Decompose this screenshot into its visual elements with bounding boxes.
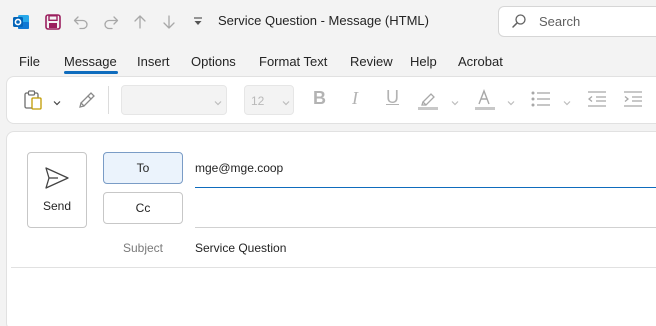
save-icon[interactable] (43, 12, 63, 32)
highlight-icon[interactable] (417, 88, 441, 117)
menu-file[interactable]: File (19, 54, 40, 69)
font-name-dropdown[interactable] (121, 85, 227, 115)
font-color-icon[interactable] (474, 88, 496, 117)
cc-button[interactable]: Cc (103, 192, 183, 224)
font-size-value: 12 (251, 94, 265, 108)
cc-label: Cc (135, 201, 151, 215)
paste-dropdown-icon[interactable] (52, 95, 62, 113)
send-label: Send (42, 199, 72, 213)
subject-divider (11, 267, 656, 268)
italic-button[interactable]: I (352, 88, 358, 109)
menu-insert[interactable]: Insert (137, 54, 170, 69)
to-button[interactable]: To (103, 152, 183, 184)
undo-icon[interactable] (71, 12, 91, 32)
cc-field-underline (195, 227, 656, 228)
to-field-underline (195, 187, 656, 188)
menu-acrobat[interactable]: Acrobat (458, 54, 503, 69)
menu-format-text[interactable]: Format Text (259, 54, 327, 69)
to-field[interactable]: mge@mge.coop (195, 161, 283, 175)
ribbon-toolbar (6, 76, 656, 124)
bold-button[interactable]: B (313, 88, 326, 109)
bullets-dropdown-icon[interactable] (562, 95, 572, 113)
up-arrow-icon[interactable] (130, 12, 150, 32)
window-title: Service Question - Message (HTML) (218, 13, 429, 28)
paste-icon[interactable] (22, 89, 44, 116)
search-icon (511, 13, 527, 34)
customize-toolbar-icon[interactable] (188, 12, 208, 32)
decrease-indent-icon[interactable] (586, 89, 608, 114)
font-color-dropdown-icon[interactable] (506, 95, 516, 113)
message-body[interactable] (11, 270, 656, 326)
cc-field[interactable] (195, 201, 656, 219)
ribbon-separator (108, 86, 109, 114)
subject-field[interactable]: Service Question (195, 241, 286, 255)
underline-button[interactable]: U (386, 87, 399, 108)
menu-help[interactable]: Help (410, 54, 437, 69)
chevron-down-icon (281, 95, 291, 113)
chevron-down-icon (213, 95, 223, 113)
menu-review[interactable]: Review (350, 54, 393, 69)
increase-indent-icon[interactable] (622, 89, 644, 114)
format-painter-icon[interactable] (77, 89, 97, 114)
to-label: To (136, 161, 150, 175)
highlight-dropdown-icon[interactable] (450, 95, 460, 113)
search-placeholder[interactable]: Search (539, 14, 580, 29)
active-tab-indicator (64, 71, 118, 74)
bullets-icon[interactable] (530, 89, 552, 114)
subject-label: Subject (122, 241, 164, 255)
down-arrow-icon[interactable] (159, 12, 179, 32)
send-icon (44, 166, 70, 195)
menu-options[interactable]: Options (191, 54, 236, 69)
menu-message[interactable]: Message (64, 54, 117, 69)
redo-icon[interactable] (101, 12, 121, 32)
outlook-icon (11, 12, 31, 32)
